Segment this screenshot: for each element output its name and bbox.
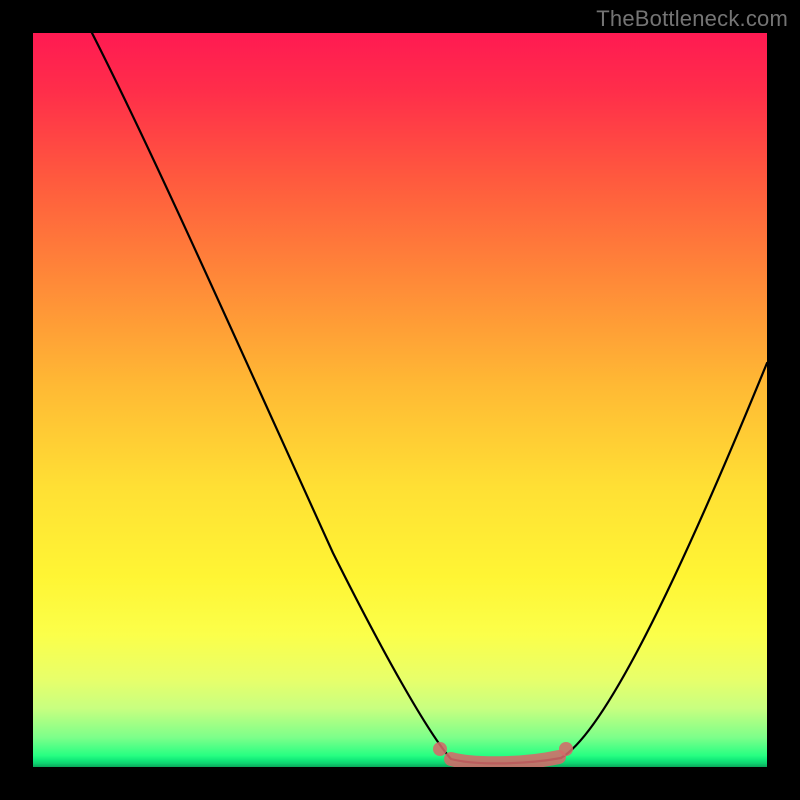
chart-frame: TheBottleneck.com xyxy=(0,0,800,800)
source-watermark: TheBottleneck.com xyxy=(596,6,788,32)
series-left-curve xyxy=(92,33,451,759)
curve-layer xyxy=(33,33,767,767)
marker-optimal-right-end xyxy=(559,742,573,756)
marker-optimal-left-end xyxy=(433,742,447,756)
marker-optimal-zone xyxy=(451,757,559,763)
series-right-curve xyxy=(561,363,767,758)
plot-area xyxy=(33,33,767,767)
